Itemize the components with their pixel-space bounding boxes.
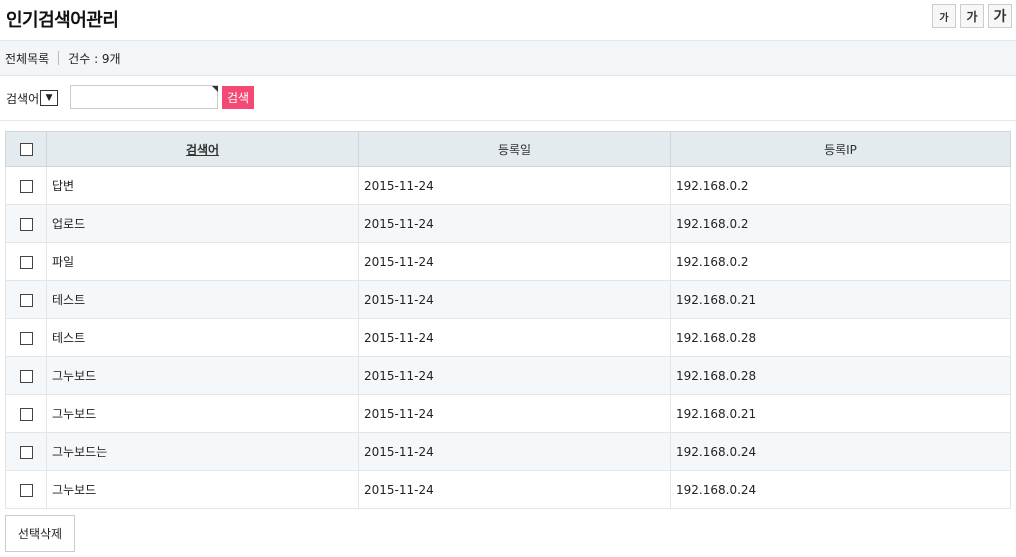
row-checkbox[interactable] [19,369,33,383]
row-checkbox[interactable] [19,179,33,193]
cell-date: 2015-11-24 [358,356,671,395]
row-checkbox-cell [5,394,47,433]
cell-word: 그누보드 [46,356,359,395]
row-checkbox[interactable] [19,331,33,345]
total-count: 건수 : 9개 [68,51,121,66]
table-row: 그누보드 2015-11-24 192.168.0.24 [5,470,1011,509]
table-row: 테스트 2015-11-24 192.168.0.28 [5,318,1011,357]
delete-selected-button[interactable]: 선택삭제 [5,515,75,552]
chevron-down-icon[interactable]: ▼ [40,90,59,106]
row-checkbox-cell [5,356,47,395]
header-date: 등록일 [358,131,671,167]
cell-date: 2015-11-24 [358,394,671,433]
cell-word: 그누보드 [46,470,359,509]
row-checkbox-cell [5,470,47,509]
row-checkbox-cell [5,242,47,281]
table-header-row: 검색어 등록일 등록IP [5,131,1011,167]
table-row: 파일 2015-11-24 192.168.0.2 [5,242,1011,281]
cell-word: 파일 [46,242,359,281]
font-large-button[interactable]: 가 [988,4,1012,28]
row-checkbox[interactable] [19,483,33,497]
row-checkbox-cell [5,166,47,205]
cell-ip: 192.168.0.2 [670,242,1011,281]
cell-ip: 192.168.0.24 [670,432,1011,471]
cell-date: 2015-11-24 [358,166,671,205]
table-row: 테스트 2015-11-24 192.168.0.21 [5,280,1011,319]
cell-word: 그누보드 [46,394,359,433]
font-size-controls: 가 가 가 [932,4,1012,28]
cell-ip: 192.168.0.2 [670,166,1011,205]
row-checkbox-cell [5,432,47,471]
row-checkbox-cell [5,318,47,357]
header-word[interactable]: 검색어 [46,131,359,167]
row-checkbox[interactable] [19,217,33,231]
font-small-button[interactable]: 가 [932,4,956,28]
cell-word: 그누보드는 [46,432,359,471]
search-button[interactable]: 검색 [222,86,254,109]
cell-ip: 192.168.0.2 [670,204,1011,243]
corner-marker-icon [212,86,218,92]
cell-date: 2015-11-24 [358,204,671,243]
header-word-label[interactable]: 검색어 [186,143,219,157]
cell-date: 2015-11-24 [358,280,671,319]
row-checkbox[interactable] [19,255,33,269]
cell-ip: 192.168.0.24 [670,470,1011,509]
row-checkbox-cell [5,204,47,243]
cell-ip: 192.168.0.21 [670,394,1011,433]
search-field-select[interactable]: 검색어 ▼ [6,88,59,108]
table-body: 답변 2015-11-24 192.168.0.2 업로드 2015-11-24 192.… [5,166,1011,509]
summary-bar: 전체목록 건수 : 9개 [0,40,1016,76]
table-row: 그누보드는 2015-11-24 192.168.0.24 [5,432,1011,471]
font-medium-button[interactable]: 가 [960,4,984,28]
table-row: 그누보드 2015-11-24 192.168.0.21 [5,394,1011,433]
cell-word: 업로드 [46,204,359,243]
table-row: 그누보드 2015-11-24 192.168.0.28 [5,356,1011,395]
row-checkbox[interactable] [19,445,33,459]
row-checkbox[interactable] [19,407,33,421]
cell-ip: 192.168.0.28 [670,318,1011,357]
cell-date: 2015-11-24 [358,470,671,509]
cell-date: 2015-11-24 [358,242,671,281]
cell-ip: 192.168.0.21 [670,280,1011,319]
cell-ip: 192.168.0.28 [670,356,1011,395]
keyword-table: 검색어 등록일 등록IP 답변 2015-11-24 192.168.0.2 업로드 2… [5,131,1011,509]
row-checkbox-cell [5,280,47,319]
title-bar: 인기검색어관리 가 가 가 [0,0,1016,40]
row-checkbox[interactable] [19,293,33,307]
cell-word: 답변 [46,166,359,205]
header-ip: 등록IP [670,131,1011,167]
page-title: 인기검색어관리 [6,10,119,31]
search-input[interactable] [70,85,218,109]
search-bar: 검색어 ▼ 검색 [0,76,1016,121]
cell-word: 테스트 [46,280,359,319]
cell-date: 2015-11-24 [358,432,671,471]
table-row: 업로드 2015-11-24 192.168.0.2 [5,204,1011,243]
all-list-link[interactable]: 전체목록 [5,50,49,67]
select-all-checkbox[interactable] [19,143,33,156]
divider [58,51,60,65]
search-field-label: 검색어 [6,91,40,106]
cell-word: 테스트 [46,318,359,357]
cell-date: 2015-11-24 [358,318,671,357]
table-row: 답변 2015-11-24 192.168.0.2 [5,166,1011,205]
select-all-cell [5,131,47,167]
